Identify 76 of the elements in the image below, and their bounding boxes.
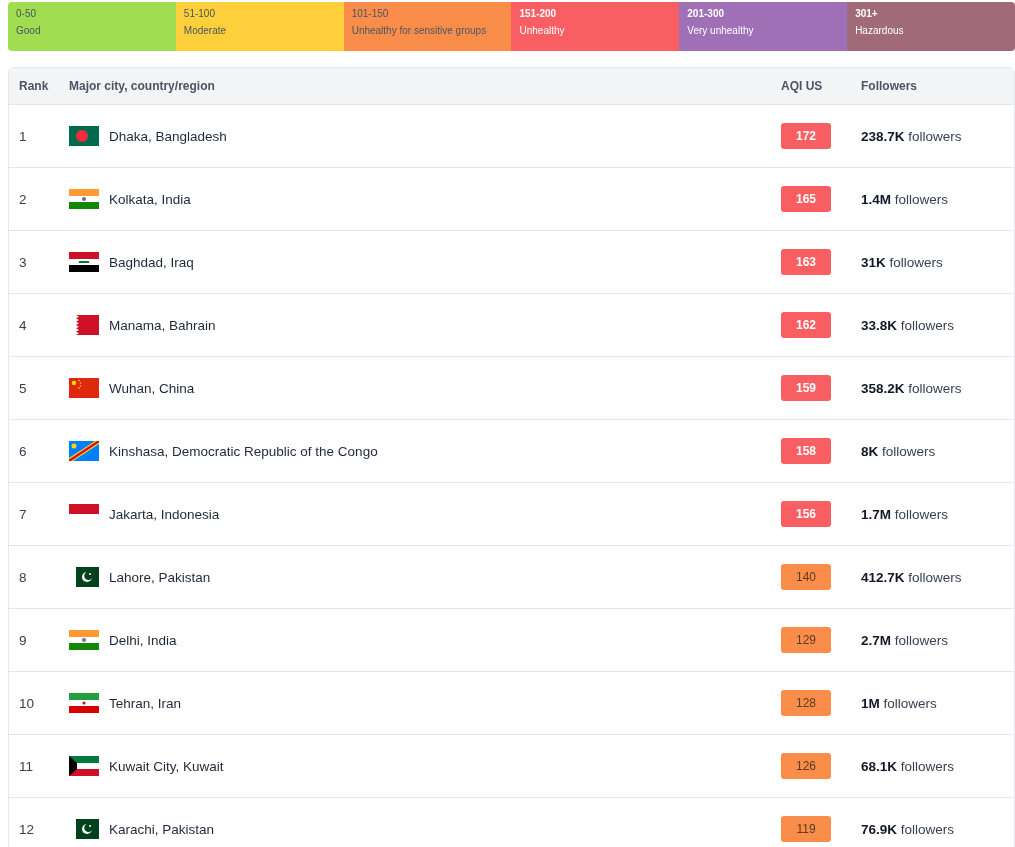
aqi-value: 128 [781, 690, 831, 716]
flag-icon [76, 567, 99, 587]
aqi-value: 172 [781, 123, 831, 149]
city-name[interactable]: Jakarta, Indonesia [109, 506, 220, 522]
city-name[interactable]: Tehran, Iran [109, 695, 182, 711]
rank-number: 7 [19, 506, 28, 522]
aqi-range: 201-300 [687, 8, 725, 19]
city-name[interactable]: Manama, Bahrain [109, 317, 216, 333]
follower-count: 8K followers [861, 443, 937, 459]
aqi-range: 51-100 [183, 8, 216, 19]
aqi-value: 126 [781, 753, 831, 779]
flag-icon [69, 693, 99, 713]
rank-number: 5 [19, 380, 28, 396]
flag-icon [69, 378, 99, 398]
follower-count: 1.4M followers [861, 191, 950, 207]
aqi-range: 101-150 [351, 8, 390, 19]
city-name[interactable]: Delhi, India [109, 632, 177, 648]
rank-number: 12 [19, 821, 36, 837]
aqi-value: 165 [781, 186, 831, 212]
flag-icon [69, 630, 99, 650]
follower-count: 1M followers [861, 695, 938, 711]
aqi-value: 162 [781, 312, 831, 338]
city-name[interactable]: Kolkata, India [109, 191, 191, 207]
follower-count: 31K followers [861, 254, 944, 270]
follower-count: 76.9K followers [861, 821, 956, 837]
aqi-level-label: Unhealthy for sensitive groups [351, 25, 488, 36]
rank-number: 2 [19, 191, 28, 207]
flag-icon [76, 819, 99, 839]
aqi-value: 156 [781, 501, 831, 527]
rank-number: 11 [19, 758, 34, 774]
aqi-range: 301+ [855, 8, 879, 19]
aqi-value: 129 [781, 627, 831, 653]
flag-icon [76, 315, 99, 335]
column-header: Rank [19, 79, 50, 93]
city-name[interactable]: Baghdad, Iraq [109, 254, 194, 270]
flag-icon [69, 252, 99, 272]
aqi-value: 140 [781, 564, 831, 590]
aqi-range: 151-200 [519, 8, 558, 19]
flag-icon [69, 756, 99, 776]
rank-number: 3 [19, 254, 28, 270]
column-header: AQI US [781, 79, 824, 93]
rank-number: 4 [19, 317, 28, 333]
flag-icon [69, 189, 99, 209]
city-name[interactable]: Karachi, Pakistan [109, 821, 215, 837]
aqi-range: 0-50 [16, 8, 37, 19]
follower-count: 1.7M followers [861, 506, 950, 522]
flag-icon [69, 504, 99, 514]
aqi-value: 163 [781, 249, 831, 275]
column-header: Major city, country/region [69, 79, 216, 93]
aqi-level-label: Unhealthy [519, 25, 566, 36]
city-name[interactable]: Wuhan, China [109, 380, 195, 396]
aqi-level-label: Moderate [183, 25, 228, 36]
rank-number: 1 [19, 128, 28, 144]
rank-number: 8 [19, 569, 28, 585]
aqi-value: 158 [781, 438, 831, 464]
aqi-value: 159 [781, 375, 831, 401]
rank-number: 6 [19, 443, 28, 459]
city-name[interactable]: Dhaka, Bangladesh [109, 128, 227, 144]
city-name[interactable]: Kinshasa, Democratic Republic of the Congo [109, 443, 378, 459]
follower-count: 68.1K followers [861, 758, 956, 774]
rank-number: 10 [19, 695, 36, 711]
follower-count: 238.7K followers [861, 128, 963, 144]
follower-count: 358.2K followers [861, 380, 963, 396]
aqi-value: 119 [781, 816, 831, 842]
city-name[interactable]: Lahore, Pakistan [109, 569, 211, 585]
column-header: Followers [861, 79, 918, 93]
rank-number: 9 [19, 632, 28, 648]
flag-icon [69, 441, 99, 461]
flag-icon [69, 126, 99, 146]
aqi-level-label: Good [16, 25, 42, 36]
follower-count: 2.7M followers [861, 632, 950, 648]
aqi-level-label: Very unhealthy [687, 25, 755, 36]
follower-count: 33.8K followers [861, 317, 956, 333]
follower-count: 412.7K followers [861, 569, 963, 585]
aqi-level-label: Hazardous [855, 25, 905, 36]
city-name[interactable]: Kuwait City, Kuwait [109, 758, 224, 774]
